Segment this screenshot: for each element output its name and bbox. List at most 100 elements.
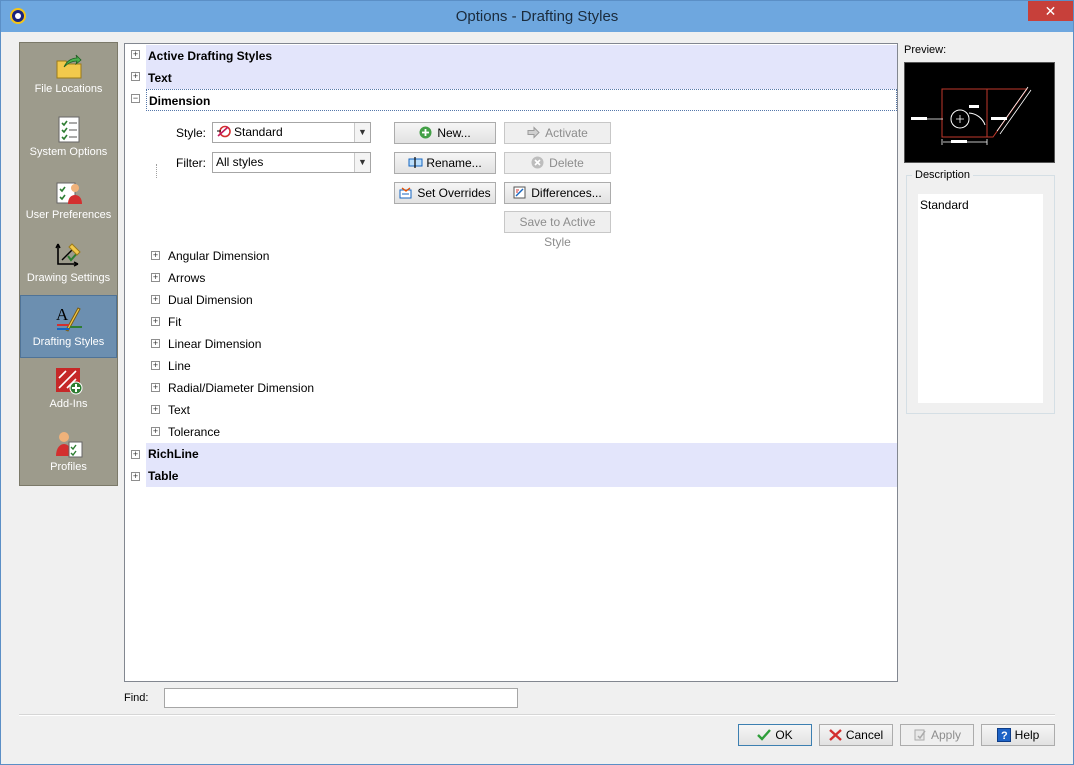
folder-arrow-icon (54, 51, 84, 81)
collapse-icon[interactable]: − (131, 94, 140, 103)
nav-user-preferences[interactable]: User Preferences (20, 169, 117, 232)
differences-icon (513, 185, 526, 199)
set-overrides-button-label: Set Overrides (417, 186, 491, 200)
expand-icon[interactable]: + (151, 295, 160, 304)
checklist-icon (54, 114, 84, 144)
window-title: Options - Drafting Styles (455, 8, 619, 25)
svg-text:?: ? (1001, 730, 1008, 742)
expand-icon[interactable]: + (151, 317, 160, 326)
tree-guide-line (156, 164, 157, 178)
expand-icon[interactable]: + (131, 472, 140, 481)
tree-subitem[interactable]: Linear Dimension (168, 335, 261, 353)
tree-category-richline[interactable]: RichLine (146, 443, 897, 465)
tree-category-dimension[interactable]: Dimension (146, 89, 897, 111)
find-label: Find: (124, 692, 149, 704)
tree-subitem[interactable]: Angular Dimension (168, 247, 269, 265)
checkmark-icon (757, 729, 772, 741)
differences-button-label: Differences... (531, 186, 602, 200)
new-button[interactable]: New... (394, 122, 496, 144)
close-button[interactable]: ✕ (1028, 1, 1073, 21)
expand-icon[interactable]: + (151, 251, 160, 260)
style-value: Standard (234, 125, 283, 139)
differences-button[interactable]: Differences... (504, 182, 611, 204)
nav-label: User Preferences (25, 209, 112, 221)
chevron-down-icon[interactable]: ▼ (354, 123, 370, 142)
find-input[interactable] (164, 688, 518, 708)
tree-category-table[interactable]: Table (146, 465, 897, 487)
expand-icon[interactable]: + (151, 383, 160, 392)
cross-icon (829, 729, 842, 741)
profiles-icon (54, 429, 84, 459)
activate-button[interactable]: Activate (504, 122, 611, 144)
tree-subitem[interactable]: Line (168, 357, 191, 375)
nav-drawing-settings[interactable]: Drawing Settings (20, 232, 117, 295)
rename-button[interactable]: Rename... (394, 152, 496, 174)
expand-icon[interactable]: + (151, 361, 160, 370)
rename-button-label: Rename... (426, 156, 482, 170)
expand-icon[interactable]: + (151, 339, 160, 348)
nav-system-options[interactable]: System Options (20, 106, 117, 169)
filter-value: All styles (216, 155, 264, 169)
ok-button[interactable]: OK (738, 724, 812, 746)
apply-label: Apply (930, 728, 962, 742)
expand-icon[interactable]: + (151, 405, 160, 414)
expand-icon[interactable]: + (131, 72, 140, 81)
tree-subitem[interactable]: Fit (168, 313, 181, 331)
apply-button[interactable]: Apply (900, 724, 974, 746)
expand-icon[interactable]: + (131, 50, 140, 59)
tree-subitem[interactable]: Radial/Diameter Dimension (168, 379, 314, 397)
tree-category-active-drafting-styles[interactable]: Active Drafting Styles (146, 45, 897, 67)
expand-icon[interactable]: + (151, 273, 160, 282)
nav-file-locations[interactable]: File Locations (20, 43, 117, 106)
options-window: Options - Drafting Styles ✕ File Locatio… (0, 0, 1074, 765)
tree-category-text[interactable]: Text (146, 67, 897, 89)
user-preferences-icon (54, 177, 84, 207)
tree-subitem[interactable]: Tolerance (168, 423, 220, 441)
ok-label: OK (775, 728, 793, 742)
save-to-active-style-button[interactable]: Save to Active Style (504, 211, 611, 249)
dialog-client: File Locations System Options User Prefe… (9, 32, 1066, 758)
chevron-down-icon[interactable]: ▼ (354, 153, 370, 172)
new-button-label: New... (437, 126, 471, 140)
delete-circle-icon (531, 155, 544, 169)
styles-tree[interactable]: + Active Drafting Styles + Text − Dimens… (124, 43, 898, 682)
nav-label: System Options (29, 146, 108, 158)
drawing-settings-icon (54, 240, 84, 270)
help-icon: ? (996, 728, 1011, 742)
description-title: Description (912, 169, 974, 181)
style-combo[interactable]: Standard ▼ (212, 122, 371, 143)
expand-icon[interactable]: + (151, 427, 160, 436)
add-ins-icon (54, 366, 84, 396)
plus-circle-icon (419, 125, 432, 139)
nav-drafting-styles[interactable]: A Drafting Styles (20, 295, 117, 358)
style-icon (217, 125, 231, 138)
nav-label: Drafting Styles (32, 336, 105, 348)
cancel-button[interactable]: Cancel (819, 724, 893, 746)
tree-subitem[interactable]: Arrows (168, 269, 205, 287)
rename-icon (408, 155, 423, 168)
description-text: Standard (918, 194, 1043, 403)
delete-button[interactable]: Delete (504, 152, 611, 174)
dimension-preview-image (911, 86, 1032, 145)
style-label: Style: (176, 126, 207, 140)
preview-label: Preview: (904, 44, 947, 56)
nav-add-ins[interactable]: Add-Ins (20, 358, 117, 421)
activate-button-label: Activate (545, 126, 588, 140)
title-bar[interactable]: Options - Drafting Styles ✕ (1, 1, 1073, 32)
nav-label: Add-Ins (49, 398, 88, 410)
nav-label: Profiles (50, 461, 87, 473)
set-overrides-button[interactable]: Set Overrides (394, 182, 496, 204)
preview-canvas (904, 62, 1055, 163)
tree-subitem[interactable]: Text (168, 401, 190, 419)
nav-label: Drawing Settings (26, 272, 111, 284)
bottom-separator (19, 714, 1055, 716)
nav-profiles[interactable]: Profiles (20, 421, 117, 484)
expand-icon[interactable]: + (131, 450, 140, 459)
help-button[interactable]: ? Help (981, 724, 1055, 746)
cancel-label: Cancel (845, 728, 884, 742)
tree-subitem[interactable]: Dual Dimension (168, 291, 253, 309)
filter-combo[interactable]: All styles ▼ (212, 152, 371, 173)
help-label: Help (1014, 728, 1040, 742)
options-nav: File Locations System Options User Prefe… (19, 42, 118, 486)
nav-label: File Locations (34, 83, 103, 95)
